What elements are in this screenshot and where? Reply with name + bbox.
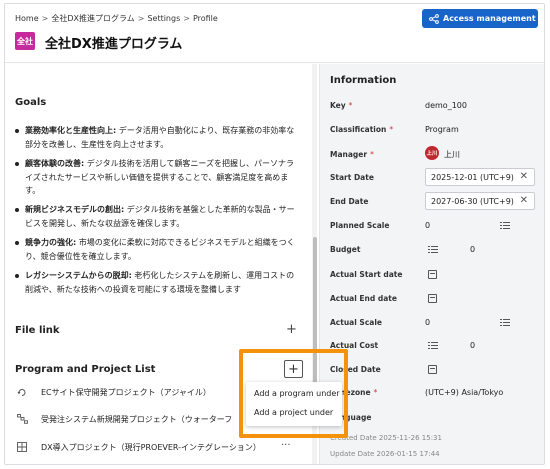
end-date-field[interactable]: 2027-06-30 (UTC+9) ✕ [425, 192, 535, 210]
key-value: demo_100 [425, 101, 467, 110]
classification-label: Classification * [330, 125, 394, 134]
list-item[interactable]: DX導入プロジェクト（現行PROEVER-インテグレーション） ··· [15, 436, 295, 458]
add-file-link-icon[interactable]: + [286, 323, 297, 336]
breadcrumb-program[interactable]: 全社DX推進プログラム [51, 14, 134, 23]
highlight-box [239, 349, 348, 438]
budget-value: 0 [470, 245, 476, 254]
share-icon [429, 13, 439, 24]
list-icon[interactable] [428, 342, 438, 350]
breadcrumb-settings[interactable]: Settings [147, 14, 180, 23]
program-list-title: Program and Project List [15, 364, 156, 375]
more-options-icon[interactable]: ··· [281, 440, 291, 451]
information-title: Information [330, 75, 397, 86]
list-icon[interactable] [428, 246, 438, 254]
classification-value: Program [425, 125, 459, 134]
goals-title: Goals [15, 97, 47, 108]
clear-end-date-icon[interactable]: ✕ [520, 195, 528, 206]
access-management-label: Access management [443, 14, 536, 23]
planned-scale-label: Planned Scale [330, 221, 390, 230]
access-management-button[interactable]: Access management [422, 9, 538, 28]
page-header: Home > 全社DX推進プログラム > Settings > Profile 全社 全社D… [5, 4, 544, 63]
actual-cost-value: 0 [470, 341, 476, 350]
goal-item: レガシーシステムからの脱却: 老朽化したシステムを刷新し、運用コストの削減や、新… [15, 269, 300, 296]
key-label: Key * [330, 101, 353, 110]
end-date-label: End Date [330, 197, 369, 206]
avatar: 上川 [425, 146, 439, 160]
breadcrumb-home[interactable]: Home [15, 14, 39, 23]
calendar-icon[interactable] [428, 365, 437, 374]
timezone-value[interactable]: (UTC+9) Asia/Tokyo [425, 388, 503, 397]
start-date-label: Start Date [330, 173, 374, 182]
list-item-label: DX導入プロジェクト（現行PROEVER-インテグレーション） [41, 442, 261, 452]
program-badge-icon: 全社 [15, 32, 35, 50]
list-icon[interactable] [500, 319, 510, 327]
list-icon[interactable] [500, 222, 510, 230]
clear-start-date-icon[interactable]: ✕ [520, 171, 528, 182]
waterfall-icon [15, 413, 29, 425]
actual-scale-value: 0 [425, 318, 431, 327]
list-item-label: 受発注システム新規開発プロジェクト（ウォーターフ [41, 414, 233, 424]
manager-label: Manager * [330, 150, 374, 159]
information-panel: Information Key * demo_100 Classification… [319, 64, 544, 464]
calendar-icon[interactable] [428, 270, 437, 279]
agile-cycle-icon [15, 386, 29, 398]
actual-end-label: Actual End date [330, 294, 397, 303]
breadcrumb-profile: Profile [192, 14, 218, 23]
calendar-icon[interactable] [428, 294, 437, 303]
goal-item: 業務効率化と生産性向上: データ活用や自動化により、既存業務の非効率な部分を改善… [15, 124, 300, 151]
file-link-title: File link [15, 325, 60, 336]
list-item-label: ECサイト保守開発プロジェクト（アジャイル） [41, 387, 211, 397]
goal-item: 顧客体験の改善: デジタル技術を活用して顧客ニーズを把握し、パーソナライズされた… [15, 157, 300, 198]
start-date-field[interactable]: 2025-12-01 (UTC+9) ✕ [425, 168, 535, 186]
grid-icon [15, 441, 29, 453]
budget-label: Budget [330, 245, 361, 254]
actual-scale-label: Actual Scale [330, 318, 382, 327]
manager-value: 上川 [444, 150, 460, 159]
goal-item: 新規ビジネスモデルの創出: デジタル技術を基盤とした革新的な製品・サービスを開発… [15, 203, 300, 230]
planned-scale-value: 0 [425, 221, 431, 230]
app-window: Home > 全社DX推進プログラム > Settings > Profile 全社 全社D… [4, 3, 545, 465]
updated-date: Update Date 2026-01-15 17:44 [330, 450, 440, 458]
goal-item: 競争力の強化: 市場の変化に柔軟に対応できるビジネスモデルと組織をつくり、競合優… [15, 236, 300, 263]
page-title: 全社DX推進プログラム [45, 37, 183, 52]
actual-start-label: Actual Start date [330, 270, 403, 279]
breadcrumb: Home > 全社DX推進プログラム > Settings > Profile [15, 14, 218, 23]
